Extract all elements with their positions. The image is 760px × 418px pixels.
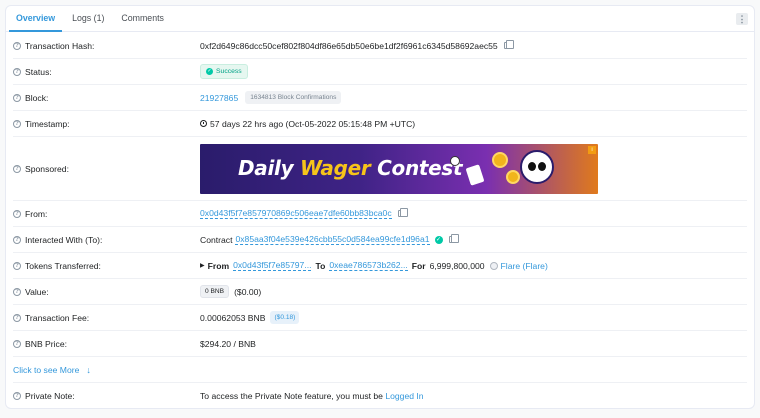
timestamp-value: 57 days 22 hrs ago (Oct-05-2022 05:15:48… xyxy=(210,118,416,129)
value-badge: 0 BNB xyxy=(200,285,230,298)
arrow-down-icon: ↓ xyxy=(86,364,91,375)
tx-hash-label: Transaction Hash: xyxy=(25,40,95,51)
question-circle-icon[interactable]: ? xyxy=(13,392,21,400)
verified-check-icon: ✓ xyxy=(434,235,443,244)
row-value: ? Value: 0 BNB ($0.00) xyxy=(13,279,747,305)
see-more-link[interactable]: Click to see More ↓ xyxy=(13,365,91,375)
question-circle-icon[interactable]: ? xyxy=(13,164,21,173)
value-usd: ($0.00) xyxy=(234,286,262,297)
block-label: Block: xyxy=(25,92,49,103)
token-amount: 6,999,800,000 xyxy=(429,260,485,271)
timestamp-label: Timestamp: xyxy=(25,118,70,129)
row-interacted-with: ? Interacted With (To): Contract 0x85aa3… xyxy=(13,227,747,253)
see-more-label: Click to see More xyxy=(13,364,80,375)
playing-card-icon xyxy=(465,163,485,186)
from-label: From: xyxy=(25,208,48,219)
question-circle-icon[interactable]: ? xyxy=(13,339,21,348)
ellipsis-vertical-icon[interactable]: ⋮ xyxy=(736,13,748,25)
status-label: Status: xyxy=(25,66,52,77)
copy-icon[interactable] xyxy=(448,234,459,243)
token-logo-icon xyxy=(489,261,498,270)
ad-info-icon[interactable]: i xyxy=(588,145,596,154)
row-see-more: Click to see More ↓ xyxy=(13,357,747,383)
banner-title: Daily Wager Contest xyxy=(238,155,463,180)
sponsored-banner[interactable]: Daily Wager Contest i xyxy=(200,143,598,194)
question-circle-icon[interactable]: ? xyxy=(13,313,21,322)
row-transaction-hash: ? Transaction Hash: 0xf2d649c86dcc50cef8… xyxy=(13,33,747,59)
from-address-link[interactable]: 0x0d43f5f7e857970869c506eae7dfe60bb83bca… xyxy=(200,208,392,219)
question-circle-icon[interactable]: ? xyxy=(13,41,21,50)
private-note-label: Private Note: xyxy=(25,391,75,401)
row-private-note: ? Private Note: To access the Private No… xyxy=(13,383,747,409)
interacted-label: Interacted With (To): xyxy=(25,234,103,245)
token-to-label: To xyxy=(315,260,326,271)
tab-comments[interactable]: Comments xyxy=(114,6,171,32)
row-timestamp: ? Timestamp: 57 days 22 hrs ago (Oct-05-… xyxy=(13,111,747,137)
private-note-text: To access the Private Note feature, you … xyxy=(200,391,386,401)
tab-bar: Overview Logs (1) Comments ⋮ xyxy=(6,6,754,32)
coin-icon xyxy=(492,151,508,168)
token-to-address-link[interactable]: 0xeae786573b262... xyxy=(329,260,408,271)
block-confirmations-badge: 1634813 Block Confirmations xyxy=(245,91,342,104)
value-label: Value: xyxy=(25,286,49,297)
row-transaction-fee: ? Transaction Fee: 0.00062053 BNB ($0.18… xyxy=(13,305,747,331)
panda-mascot-icon xyxy=(520,149,554,184)
token-name-link[interactable]: Flare (Flare) xyxy=(501,261,548,271)
price-value: $294.20 / BNB xyxy=(200,338,256,349)
row-block: ? Block: 21927865 1634813 Block Confirma… xyxy=(13,85,747,111)
coin-icon xyxy=(506,169,520,184)
token-for-label: For xyxy=(411,260,426,271)
question-circle-icon[interactable]: ? xyxy=(13,209,21,218)
row-status: ? Status: ✓ Success xyxy=(13,59,747,85)
contract-prefix: Contract xyxy=(200,234,233,245)
status-value: Success xyxy=(216,68,242,75)
token-from-address-link[interactable]: 0x0d43f5f7e85797... xyxy=(233,260,312,271)
row-sponsored: ? Sponsored: Daily Wager Contest i xyxy=(13,137,747,201)
block-number-link[interactable]: 21927865 xyxy=(200,93,238,103)
tx-hash-value: 0xf2d649c86dcc50cef802f804df86e65db50e6b… xyxy=(200,40,498,51)
question-circle-icon[interactable]: ? xyxy=(13,235,21,244)
row-bnb-price: ? BNB Price: $294.20 / BNB xyxy=(13,331,747,357)
soccer-ball-icon xyxy=(450,155,460,166)
status-badge: ✓ Success xyxy=(200,64,248,79)
check-circle-icon: ✓ xyxy=(206,68,213,75)
question-circle-icon[interactable]: ? xyxy=(13,287,21,296)
tab-overview[interactable]: Overview xyxy=(9,6,63,32)
transaction-details-card: Overview Logs (1) Comments ⋮ ? Transacti… xyxy=(5,5,755,409)
tokens-label: Tokens Transferred: xyxy=(25,260,101,271)
question-circle-icon[interactable]: ? xyxy=(13,119,21,128)
price-label: BNB Price: xyxy=(25,338,68,349)
logged-in-link[interactable]: Logged In xyxy=(385,391,423,401)
row-from: ? From: 0x0d43f5f7e857970869c506eae7dfe6… xyxy=(13,201,747,227)
fee-label: Transaction Fee: xyxy=(25,312,90,323)
question-circle-icon[interactable]: ? xyxy=(13,67,21,76)
sponsored-label: Sponsored: xyxy=(25,163,69,174)
fee-usd-badge: ($0.18) xyxy=(270,311,300,324)
copy-icon[interactable] xyxy=(397,208,408,217)
contract-address-link[interactable]: 0x85aa3f04e539e426cbb55c0d584ea99cfe1d96… xyxy=(235,234,430,245)
tab-logs[interactable]: Logs (1) xyxy=(65,6,111,32)
fee-value: 0.00062053 BNB xyxy=(200,312,266,323)
caret-right-icon: ▶ xyxy=(200,263,205,269)
question-circle-icon[interactable]: ? xyxy=(13,261,21,270)
copy-icon[interactable] xyxy=(503,40,514,49)
token-from-label: From xyxy=(207,260,230,271)
row-tokens-transferred: ? Tokens Transferred: ▶ From 0x0d43f5f7e… xyxy=(13,253,747,279)
clock-icon xyxy=(200,120,207,127)
question-circle-icon[interactable]: ? xyxy=(13,93,21,102)
